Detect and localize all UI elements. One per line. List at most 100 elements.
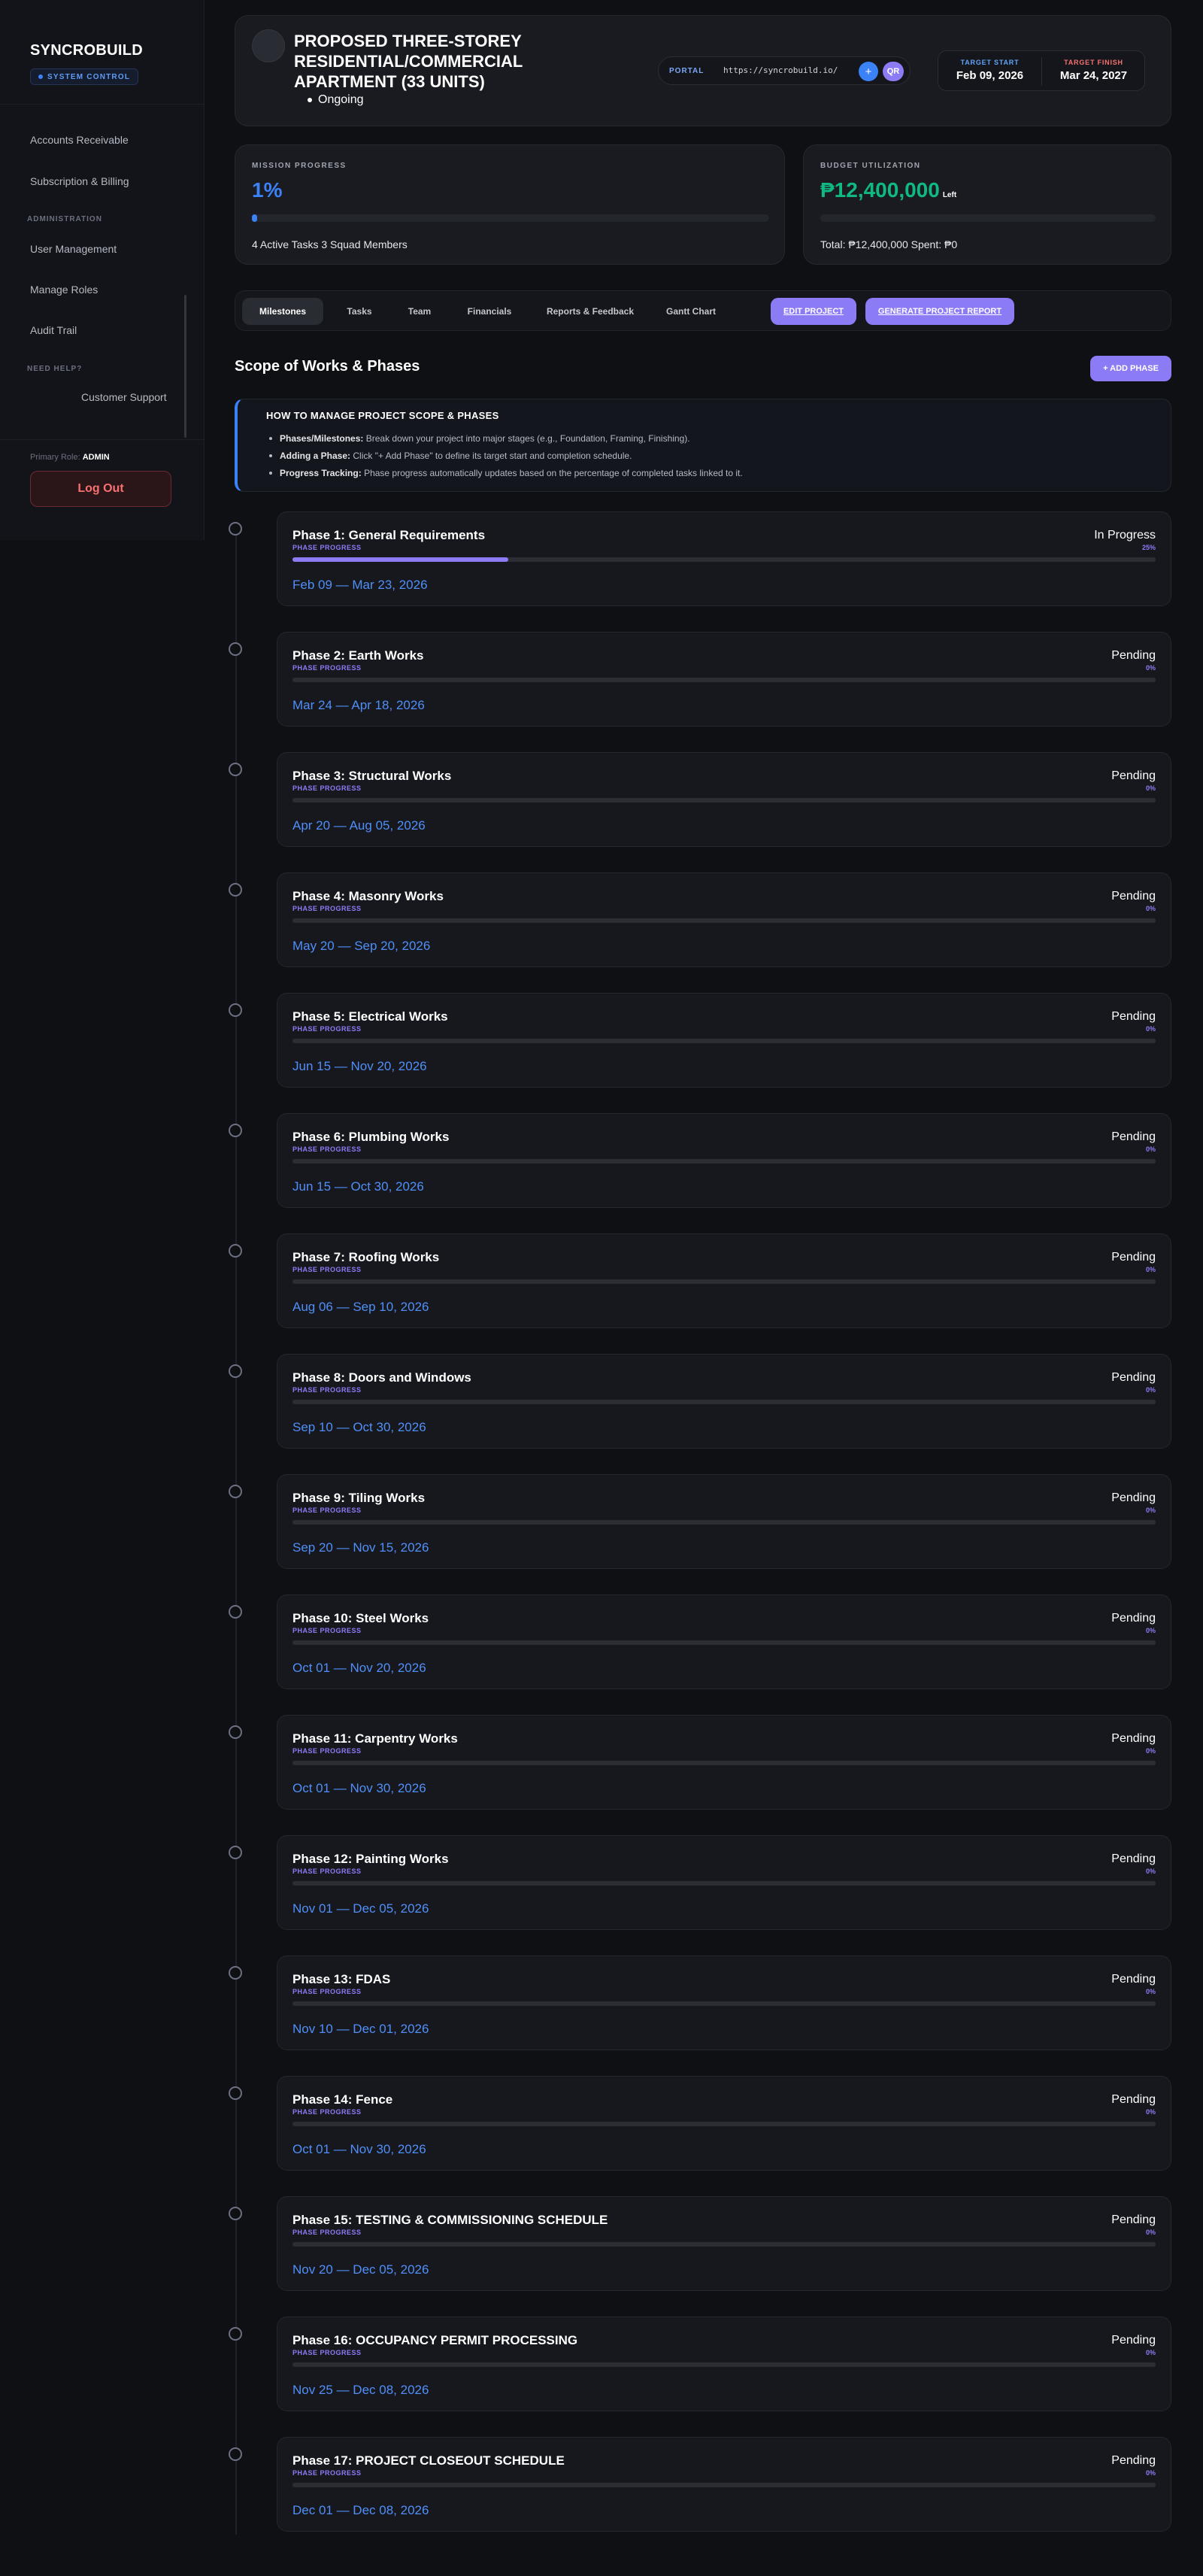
target-finish-label: TARGET FINISH (1064, 59, 1123, 66)
sidebar-item-audit-trail[interactable]: Audit Trail (30, 324, 77, 336)
bullet-icon (308, 98, 312, 102)
phase-card[interactable]: Phase 14: Fence Pending PHASE PROGRESS 0% Oc… (277, 2076, 1171, 2171)
phase-dates: May 20 — Sep 20, 2026 (292, 939, 431, 953)
phase-name: Phase 7: Roofing Works (292, 1250, 440, 1264)
customer-support-link[interactable]: Customer Support (81, 391, 167, 403)
phase-dates: Feb 09 — Mar 23, 2026 (292, 578, 428, 592)
phase-card[interactable]: Phase 15: TESTING & COMMISSIONING SCHEDU… (277, 2196, 1171, 2291)
phase-card[interactable]: Phase 5: Electrical Works Pending PHASE PR… (277, 993, 1171, 1088)
sidebar-scrollbar[interactable] (184, 295, 186, 438)
phase-status: Pending (1111, 2093, 1156, 2106)
add-phase-button[interactable]: + ADD PHASE (1090, 356, 1171, 381)
target-finish-value: Mar 24, 2027 (1059, 69, 1128, 82)
phase-progress-percent: 0% (1145, 1025, 1156, 1033)
phase-card[interactable]: Phase 8: Doors and Windows Pending PHASE P… (277, 1354, 1171, 1449)
phase-card[interactable]: Phase 3: Structural Works Pending PHASE PR… (277, 752, 1171, 847)
sidebar-divider (0, 104, 205, 105)
phase-card[interactable]: Phase 16: OCCUPANCY PERMIT PROCESSING Pen… (277, 2317, 1171, 2411)
target-dates: TARGET START Feb 09, 2026 TARGET FINISH … (938, 50, 1145, 91)
phase-progress-label: PHASE PROGRESS (292, 784, 362, 792)
phase-card[interactable]: Phase 17: PROJECT CLOSEOUT SCHEDULE Pendi… (277, 2437, 1171, 2532)
target-start-label: TARGET START (960, 59, 1020, 66)
phase-dates: Nov 25 — Dec 08, 2026 (292, 2383, 429, 2397)
tab-team[interactable]: Team (393, 298, 446, 325)
sidebar-item-accounts-receivable[interactable]: Accounts Receivable (30, 134, 129, 146)
phase-card[interactable]: Phase 9: Tiling Works Pending PHASE PROGRE… (277, 1474, 1171, 1569)
phase-card[interactable]: Phase 7: Roofing Works Pending PHASE PROGR… (277, 1233, 1171, 1328)
timeline-node-icon (229, 1124, 242, 1137)
phase-progress-percent: 0% (1145, 1868, 1156, 1875)
tab-gantt-chart[interactable]: Gantt Chart (653, 298, 729, 325)
sidebar-item-manage-roles[interactable]: Manage Roles (30, 284, 98, 296)
phase-card[interactable]: Phase 4: Masonry Works Pending PHASE PROGR… (277, 872, 1171, 967)
timeline-node-icon (229, 1244, 242, 1258)
timeline-node-icon (229, 522, 242, 536)
tab-milestones[interactable]: Milestones (242, 298, 323, 325)
phase-card[interactable]: Phase 10: Steel Works Pending PHASE PROGRE… (277, 1594, 1171, 1689)
phase-status: Pending (1111, 1973, 1156, 1986)
budget-utilization-card: BUDGET UTILIZATION ₱12,400,000 Left Total… (803, 144, 1171, 265)
timeline-node-icon (229, 1003, 242, 1017)
phase-card[interactable]: Phase 11: Carpentry Works Pending PHASE PR… (277, 1715, 1171, 1810)
help-item-text: Adding a Phase: Click "+ Add Phase" to d… (280, 451, 632, 461)
primary-role: Primary Role: ADMIN (30, 453, 110, 462)
portal-url[interactable]: https://syncrobuild.io/ (723, 65, 838, 75)
phase-progress-label: PHASE PROGRESS (292, 1506, 362, 1514)
phase-progress-bar (292, 1520, 1156, 1525)
tab-reports-feedback[interactable]: Reports & Feedback (535, 298, 646, 325)
sidebar: SYNCROBUILD SYSTEM CONTROL Accounts Rece… (0, 0, 205, 540)
mission-footer: 4 Active Tasks 3 Squad Members (252, 238, 408, 250)
sidebar-item-subscription-billing[interactable]: Subscription & Billing (30, 175, 129, 187)
phase-dates: Aug 06 — Sep 10, 2026 (292, 1300, 429, 1314)
sidebar-item-user-management[interactable]: User Management (30, 243, 117, 255)
phase-progress-bar (292, 1761, 1156, 1765)
project-header: PROPOSED THREE-STOREY RESIDENTIAL/COMMER… (235, 15, 1171, 126)
phase-progress-label: PHASE PROGRESS (292, 1266, 362, 1273)
status-dot-icon (38, 74, 43, 79)
target-finish: TARGET FINISH Mar 24, 2027 (1042, 59, 1145, 82)
phase-card[interactable]: Phase 1: General Requirements In Progress… (277, 511, 1171, 606)
phase-card[interactable]: Phase 12: Painting Works Pending PHASE PRO… (277, 1835, 1171, 1930)
tab-financials[interactable]: Financials (453, 298, 526, 325)
phase-status: Pending (1111, 1371, 1156, 1384)
qr-button[interactable]: QR (883, 62, 904, 81)
timeline-node-icon (229, 1485, 242, 1498)
budget-footer: Total: ₱12,400,000 Spent: ₱0 (820, 238, 958, 250)
budget-value: ₱12,400,000 Left (820, 178, 956, 202)
phase-progress-bar (292, 1159, 1156, 1164)
phase-progress-label: PHASE PROGRESS (292, 2229, 362, 2236)
badge-label: SYSTEM CONTROL (47, 72, 131, 81)
phase-dates: Mar 24 — Apr 18, 2026 (292, 698, 425, 712)
phase-progress-bar (292, 678, 1156, 682)
phase-progress-percent: 25% (1141, 544, 1156, 551)
mission-progress-label: MISSION PROGRESS (252, 162, 347, 170)
tab-tasks[interactable]: Tasks (332, 298, 386, 325)
phase-name: Phase 3: Structural Works (292, 769, 452, 783)
edit-project-button[interactable]: EDIT PROJECT (771, 298, 856, 325)
help-desc: Break down your project into major stage… (365, 432, 690, 444)
phase-progress-label: PHASE PROGRESS (292, 2349, 362, 2356)
help-item: Adding a Phase: Click "+ Add Phase" to d… (269, 447, 1134, 464)
phase-status: Pending (1111, 2334, 1156, 2347)
phase-progress-label: PHASE PROGRESS (292, 1025, 362, 1033)
scope-help-box: HOW TO MANAGE PROJECT SCOPE & PHASES Pha… (235, 399, 1171, 492)
plus-button[interactable]: + (859, 62, 878, 81)
project-tabs: Milestones Tasks Team Financials Reports… (235, 290, 1171, 331)
phase-card[interactable]: Phase 13: FDAS Pending PHASE PROGRESS 0% Nov… (277, 1956, 1171, 2050)
phase-name: Phase 6: Plumbing Works (292, 1130, 450, 1144)
phase-progress-percent: 0% (1145, 664, 1156, 672)
timeline-line (235, 526, 237, 2535)
phase-card[interactable]: Phase 6: Plumbing Works Pending PHASE PROG… (277, 1113, 1171, 1208)
project-title: PROPOSED THREE-STOREY RESIDENTIAL/COMMER… (294, 32, 523, 91)
help-term: Adding a Phase: (280, 450, 351, 461)
phase-dates: Dec 01 — Dec 08, 2026 (292, 2503, 429, 2517)
generate-report-button[interactable]: GENERATE PROJECT REPORT (865, 298, 1014, 325)
budget-progress-bar (820, 214, 1156, 222)
phase-card[interactable]: Phase 2: Earth Works Pending PHASE PROGRES… (277, 632, 1171, 727)
phase-status: Pending (1111, 1130, 1156, 1143)
logout-button[interactable]: Log Out (30, 471, 171, 507)
budget-amount: ₱12,400,000 (820, 178, 940, 202)
phase-progress-percent: 0% (1145, 1145, 1156, 1153)
phase-name: Phase 9: Tiling Works (292, 1491, 426, 1505)
timeline-node-icon (229, 2447, 242, 2461)
